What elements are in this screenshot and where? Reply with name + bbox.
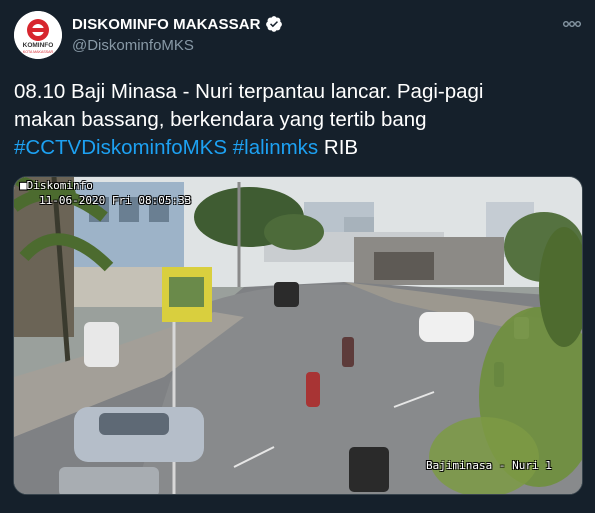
avatar-subtext: KOTA MAKASSAR — [23, 50, 54, 54]
verified-badge-icon — [265, 15, 283, 33]
tweet-text: 08.10 Baji Minasa - Nuri terpantau lanca… — [14, 78, 574, 162]
tweet-text-line: makan bassang, berkendara yang tertib ba… — [14, 108, 427, 131]
tweet-text-end: RIB — [323, 136, 359, 159]
hashtag-link[interactable]: #CCTVDiskominfoMKS — [14, 136, 227, 159]
display-name[interactable]: DISKOMINFO MAKASSAR — [72, 16, 261, 33]
cctv-source-label: ■Diskominfo — [20, 179, 93, 192]
cctv-location-label: Bajiminasa - Nuri 1 — [426, 459, 552, 472]
cctv-photo[interactable]: ■Diskominfo 11-06-2020 Fri 08:05:33 Baji… — [13, 176, 583, 495]
cctv-timestamp: 11-06-2020 Fri 08:05:33 — [39, 194, 192, 207]
hashtag-link[interactable]: #lalinmks — [233, 136, 318, 159]
kominfo-logo-icon: KOMINFO KOTA MAKASSAR — [14, 11, 62, 59]
tweet-text-line: 08.10 Baji Minasa - Nuri terpantau lanca… — [14, 80, 484, 103]
cctv-scene — [14, 177, 582, 494]
more-options-icon[interactable] — [560, 14, 584, 34]
user-handle[interactable]: @DiskominfoMKS — [72, 37, 194, 54]
avatar[interactable]: KOMINFO KOTA MAKASSAR — [14, 11, 62, 59]
tweet-card: KOMINFO KOTA MAKASSAR DISKOMINFO MAKASSA… — [0, 0, 595, 513]
tweet-text-line: #CCTVDiskominfoMKS #lalinmks RIB — [14, 134, 574, 162]
name-row: DISKOMINFO MAKASSAR — [72, 15, 283, 33]
avatar-text: KOMINFO — [23, 42, 54, 49]
